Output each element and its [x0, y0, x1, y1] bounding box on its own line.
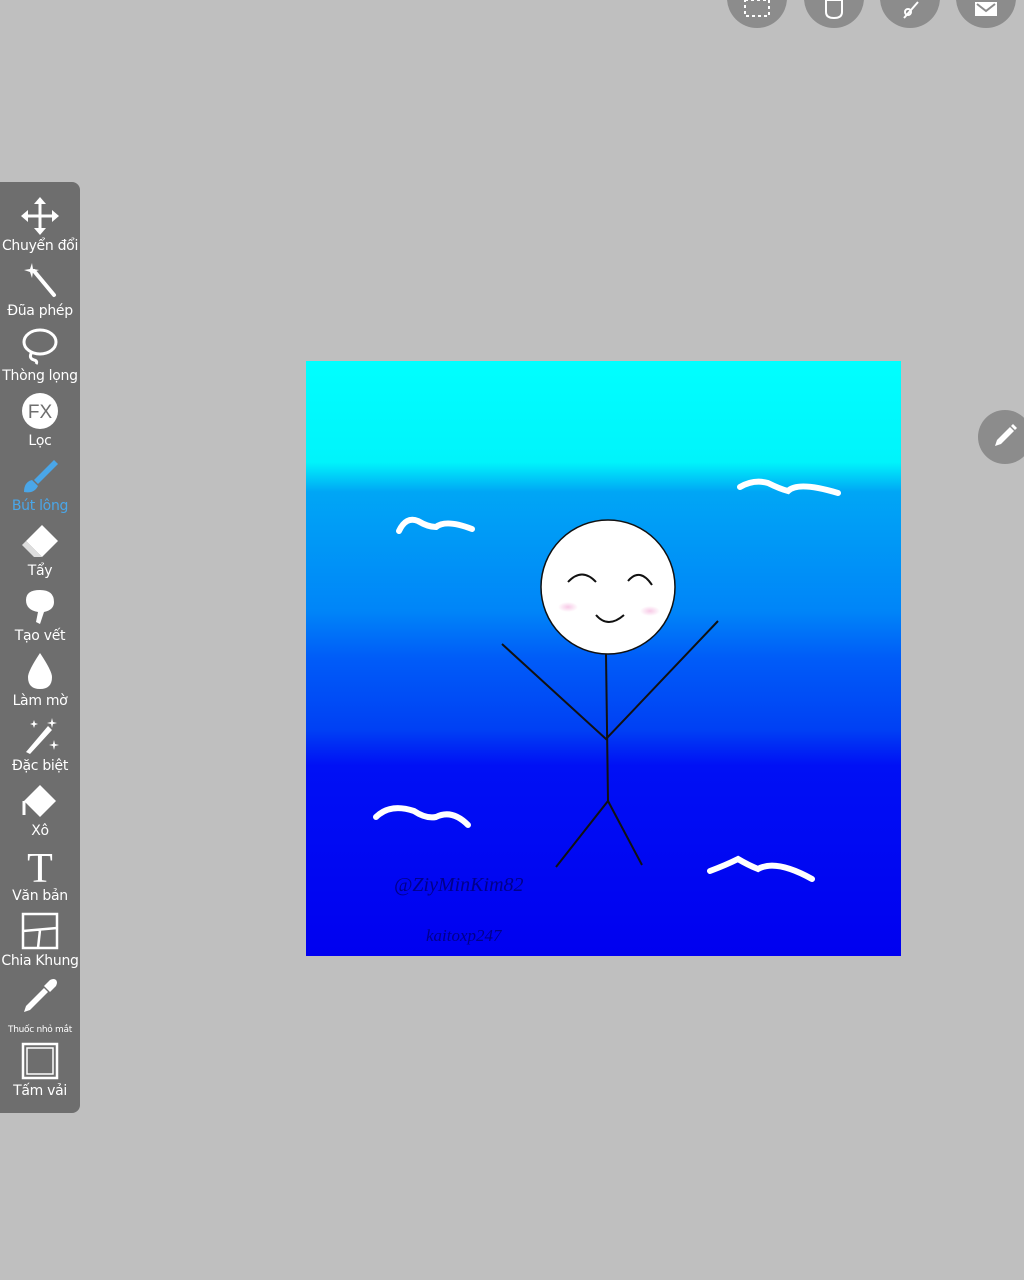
tool-label: Thòng lọng — [2, 368, 78, 384]
tool-eyedropper[interactable]: Thuốc nhỏ mắt — [0, 976, 80, 1040]
tool-label: Đặc biệt — [11, 758, 69, 774]
tool-canvas[interactable]: Tấm vải — [0, 1041, 80, 1105]
tool-eraser[interactable]: Tẩy — [0, 521, 80, 585]
drawing-canvas[interactable]: @ZiyMinKim82 kaitoxp247 — [306, 361, 901, 956]
quick-pencil-button[interactable] — [978, 410, 1024, 464]
magic-wand-icon — [24, 263, 56, 297]
lasso-icon — [22, 328, 58, 365]
tool-blur[interactable]: Làm mờ — [0, 651, 80, 715]
tool-label: Bút lông — [11, 498, 69, 514]
selection-icon — [744, 0, 770, 17]
tool-label: Đũa phép — [7, 303, 73, 319]
special-brush-icon — [26, 718, 59, 754]
signature-text-2: kaitoxp247 — [426, 926, 503, 945]
pencil-icon — [995, 424, 1017, 446]
tool-label: Văn bản — [12, 888, 68, 904]
move-icon — [21, 197, 59, 235]
ruler-icon — [903, 1, 919, 19]
tool-label: Chia Khung — [1, 953, 79, 969]
canvas-icon — [21, 1042, 59, 1080]
tool-label: Chuyển đổi — [1, 238, 79, 254]
tool-special[interactable]: Đặc biệt — [0, 716, 80, 780]
tool-lasso[interactable]: Thòng lọng — [0, 326, 80, 390]
tool-frame-divider[interactable]: Chia Khung — [0, 911, 80, 975]
tool-smudge[interactable]: Tạo vết — [0, 586, 80, 650]
ruler-button[interactable] — [880, 0, 940, 28]
tool-sidebar: Chuyển đổi Đũa phép Thòng lọng FX Lọc Bú… — [0, 182, 80, 1113]
frame-divider-icon — [21, 912, 59, 950]
shape-button[interactable] — [804, 0, 864, 28]
tool-bucket[interactable]: Xô — [0, 781, 80, 845]
artwork: @ZiyMinKim82 kaitoxp247 — [306, 361, 901, 956]
tool-label: Làm mờ — [12, 693, 68, 709]
tool-filter[interactable]: FX Lọc — [0, 391, 80, 455]
tool-label: Tẩy — [27, 563, 53, 579]
layers-icon — [975, 2, 997, 16]
tool-text[interactable]: T Văn bản — [0, 846, 80, 910]
tool-transform[interactable]: Chuyển đổi — [0, 196, 80, 260]
signature-text: @ZiyMinKim82 — [394, 874, 524, 896]
blur-drop-icon — [28, 653, 52, 689]
tool-label: Lọc — [28, 433, 52, 449]
bucket-icon — [22, 785, 56, 817]
sky-background — [306, 361, 901, 956]
eraser-icon — [22, 525, 58, 557]
tool-brush[interactable]: Bút lông — [0, 456, 80, 520]
smudge-icon — [26, 590, 54, 624]
selection-button[interactable] — [727, 0, 787, 28]
tool-label: Xô — [31, 823, 49, 839]
shape-icon — [825, 0, 843, 20]
tool-magic-wand[interactable]: Đũa phép — [0, 261, 80, 325]
eyedropper-icon — [24, 979, 57, 1012]
text-icon: T — [27, 846, 53, 886]
svg-text:T: T — [27, 846, 53, 886]
tool-label: Tạo vết — [14, 628, 66, 644]
tool-label: Thuốc nhỏ mắt — [8, 1025, 72, 1035]
brush-icon — [24, 460, 58, 493]
svg-text:FX: FX — [28, 402, 53, 423]
fx-filter-icon: FX — [22, 393, 58, 429]
layers-button[interactable] — [956, 0, 1016, 28]
tool-label: Tấm vải — [13, 1083, 67, 1099]
